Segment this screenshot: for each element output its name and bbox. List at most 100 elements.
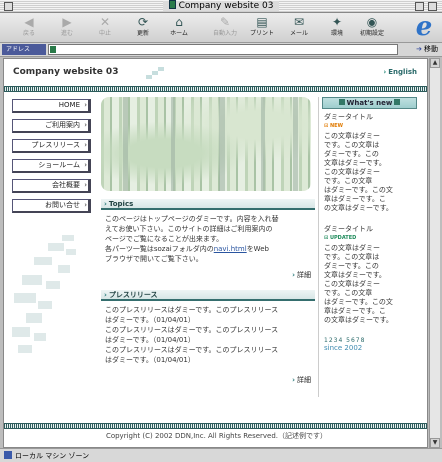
nav-press-label: プレスリリース <box>31 141 80 149</box>
topics-line: このページはトップページのダミーです。内容を入れ替 <box>105 215 279 223</box>
main-column: › Topics このページはトップページのダミーです。内容を入れ替 えてお使い下… <box>101 97 315 385</box>
news-line: の文章はダミーです。 <box>324 204 393 212</box>
stop-icon: ✕ <box>99 15 111 29</box>
press-line: はダミーです。（01/04/01） <box>105 336 195 344</box>
browser-toolbar: ◀ 戻る ▶ 進む ✕ 中止 ⟳ 更新 ⌂ ホーム ✎ 自動入力 ▤ プリント … <box>0 13 442 43</box>
topics-line-text: をWeb <box>246 245 269 253</box>
press-more-label: 詳細 <box>297 376 311 384</box>
topics-more-label: 詳細 <box>297 271 311 279</box>
nav-showroom-button[interactable]: ショールーム › <box>12 159 91 173</box>
back-button[interactable]: ◀ 戻る <box>12 15 46 42</box>
press-heading: › プレスリリース <box>101 290 315 301</box>
print-label: プリント <box>249 30 274 37</box>
preferences-icon: ✦ <box>331 15 343 29</box>
page-viewport[interactable]: Company website 03 › English HOME › ご利用案内 ›… <box>3 58 428 448</box>
news-line: この文章はダミー <box>324 244 380 252</box>
english-link-label: English <box>388 68 417 76</box>
status-bar: ローカル マシン ゾーン <box>0 448 442 462</box>
settings-label: 初期設定 <box>359 30 384 37</box>
site-header: Company website 03 › English <box>4 59 427 86</box>
back-arrow-icon: ◀ <box>24 15 34 29</box>
news-line: この文章はダミー <box>324 168 380 176</box>
home-button[interactable]: ⌂ ホーム <box>162 15 196 42</box>
address-bar: アドレス ➔ 移動 <box>0 43 442 57</box>
collapse-box-icon[interactable] <box>428 2 437 11</box>
site-footer: Copyright (C) 2002 DDN,Inc. All Rights R… <box>4 423 427 447</box>
more-arrow-icon: › <box>292 271 295 279</box>
address-input[interactable] <box>48 44 398 55</box>
nav-arrow-icon: › <box>84 141 87 149</box>
news-line: 章はダミーです。こ <box>324 307 386 315</box>
forward-button[interactable]: ▶ 進む <box>50 15 84 42</box>
square-bullet-icon <box>394 99 401 105</box>
more-arrow-icon: › <box>292 376 295 384</box>
topics-more-link[interactable]: › 詳細 <box>101 270 315 280</box>
nav-company-button[interactable]: 会社概要 › <box>12 179 91 193</box>
go-button[interactable]: ➔ 移動 <box>416 43 438 56</box>
topics-body: このページはトップページのダミーです。内容を入れ替 えてお使い下さい。このサイト… <box>101 210 315 264</box>
press-more-link[interactable]: › 詳細 <box>101 375 315 385</box>
scroll-up-arrow-icon[interactable]: ▲ <box>430 58 440 68</box>
page-favicon-icon <box>50 46 56 53</box>
scroll-down-arrow-icon[interactable]: ▼ <box>430 438 440 448</box>
home-icon: ⌂ <box>175 15 183 29</box>
vertical-scrollbar[interactable]: ▲ ▼ <box>429 58 440 448</box>
navi-link[interactable]: navi.html <box>214 245 247 253</box>
window-titlebar[interactable]: Company website 03 <box>0 0 442 13</box>
nav-arrow-icon: › <box>84 121 87 129</box>
updated-badge: ⊡ UPDATED <box>324 234 415 243</box>
topics-bullet-icon: › <box>104 200 107 208</box>
nav-press-button[interactable]: プレスリリース › <box>12 139 91 153</box>
topics-heading-label: Topics <box>108 200 134 208</box>
press-heading-label: プレスリリース <box>108 291 158 299</box>
refresh-button[interactable]: ⟳ 更新 <box>126 15 160 42</box>
nav-arrow-icon: › <box>84 161 87 169</box>
preferences-button[interactable]: ✦ 環境 <box>320 15 354 42</box>
press-line: このプレスリリースはダミーです。このプレスリリース <box>105 306 279 314</box>
news-line: です。この文章 <box>324 177 373 185</box>
computer-zone-icon <box>4 451 12 459</box>
nav-guide-button[interactable]: ご利用案内 › <box>12 119 91 133</box>
new-badge-label: NEW <box>329 123 344 129</box>
topics-line: ページでご覧になることが出来ます。 <box>105 235 224 243</box>
press-line: このプレスリリースはダミーです。このプレスリリース <box>105 326 279 334</box>
window-title-text: Company website 03 <box>178 1 274 11</box>
nav-showroom-label: ショールーム <box>38 161 80 169</box>
autofill-button[interactable]: ✎ 自動入力 <box>208 15 242 42</box>
since-label: since 2002 <box>324 344 363 352</box>
news-line: の文章はダミーです。 <box>324 316 393 324</box>
left-nav: HOME › ご利用案内 › プレスリリース › ショールーム › 会社概要 › お問い合… <box>12 99 91 219</box>
refresh-icon: ⟳ <box>137 15 149 29</box>
access-counter: 1234 5678 <box>324 337 366 344</box>
nav-arrow-icon: › <box>84 181 87 189</box>
news-line: 文章はダミーです。 <box>324 159 386 167</box>
autofill-icon: ✎ <box>219 15 231 29</box>
forward-label: 進む <box>60 30 73 37</box>
zoom-box-icon[interactable] <box>415 2 424 11</box>
mail-button[interactable]: ✉ メール <box>282 15 316 42</box>
nav-arrow-icon: › <box>84 101 87 109</box>
go-label: 移動 <box>424 45 438 53</box>
news-item: ダミータイトル ⊡ NEW この文章はダミー です。この文章は ダミーです。この… <box>322 109 417 213</box>
nav-home-button[interactable]: HOME › <box>12 99 91 113</box>
english-arrow-icon: › <box>383 68 387 76</box>
address-label: アドレス <box>2 44 46 55</box>
browser-logo-icon: e <box>415 12 433 42</box>
news-line: この文章はダミー <box>324 280 380 288</box>
news-line: 文章はダミーです。 <box>324 271 386 279</box>
news-line: はダミーです。この文 <box>324 186 393 194</box>
new-badge: ⊡ NEW <box>324 122 415 131</box>
whats-new-column: What's new ダミータイトル ⊡ NEW この文章はダミー です。この文… <box>322 97 417 352</box>
english-link[interactable]: › English <box>383 68 417 76</box>
nav-contact-button[interactable]: お問い合せ › <box>12 199 91 213</box>
topics-line: ブラウザで開いてご覧下さい。 <box>105 255 203 263</box>
whats-new-heading-label: What's new <box>346 99 393 107</box>
go-arrow-icon: ➔ <box>416 45 422 53</box>
column-divider <box>318 97 319 397</box>
settings-button[interactable]: ◉ 初期設定 <box>355 15 389 42</box>
print-button[interactable]: ▤ プリント <box>245 15 279 42</box>
news-line: です。この文章は <box>324 253 380 261</box>
stop-label: 中止 <box>98 30 111 37</box>
press-body: このプレスリリースはダミーです。このプレスリリース はダミーです。（01/04/… <box>101 301 315 365</box>
stop-button[interactable]: ✕ 中止 <box>88 15 122 42</box>
